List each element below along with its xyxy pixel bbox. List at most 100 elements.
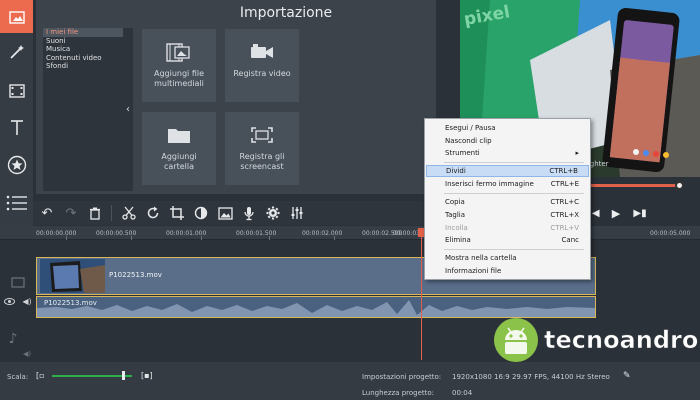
sliders-icon [291, 207, 303, 219]
collapse-panel-button[interactable]: ‹ [123, 28, 133, 191]
import-icon[interactable] [0, 0, 33, 33]
color-adjust-button[interactable] [191, 203, 211, 223]
menu-item-shortcut: Canc [561, 236, 579, 244]
category-sounds[interactable]: Suoni [43, 37, 123, 46]
category-video-content[interactable]: Contenuti video [43, 54, 123, 63]
menu-item-shortcut: CTRL+B [549, 167, 578, 175]
project-length-label: Lunghezza progetto: [362, 389, 435, 397]
menu-item-cut[interactable]: Taglia CTRL+X [426, 209, 589, 221]
image-button[interactable] [215, 203, 235, 223]
equalizer-button[interactable] [287, 203, 307, 223]
audio-clip[interactable]: P1022513.mov [36, 296, 596, 318]
ruler-mark [334, 236, 335, 240]
tool-sidebar [0, 0, 33, 226]
menu-item-shortcut: CTRL+V [550, 224, 579, 232]
contrast-icon [194, 206, 208, 220]
import-title: Importazione [239, 5, 333, 21]
menu-item-freeze-frame[interactable]: Inserisci fermo immagine CTRL+E [426, 178, 589, 190]
gear-icon [266, 206, 280, 220]
menu-item-split[interactable]: Dividi CTRL+B [426, 165, 589, 177]
menu-item-delete[interactable]: Elimina Canc [426, 234, 589, 246]
submenu-arrow-icon: ▸ [575, 149, 579, 157]
video-camera-icon [249, 41, 275, 63]
menu-item-label: Dividi [446, 167, 466, 175]
movavi-editor-window: Importazione I miei file Suoni Musica Co… [0, 0, 700, 400]
import-panel: Importazione I miei file Suoni Musica Co… [36, 0, 436, 194]
music-mute-toggle[interactable]: ◀) [18, 349, 36, 359]
ruler-tick: 00:00:02.000 [302, 230, 343, 237]
audio-clip-name: P1022513.mov [44, 299, 97, 307]
split-button[interactable] [119, 203, 139, 223]
track-mute-toggle[interactable]: ◀) [18, 295, 36, 307]
menu-item-label: Taglia [445, 211, 466, 219]
ruler-mark [131, 236, 132, 240]
text-icon[interactable] [0, 111, 33, 144]
film-icon[interactable] [0, 74, 33, 107]
add-folder-label: Aggiungi cartella [161, 152, 197, 171]
play-button[interactable]: ▶ [606, 203, 626, 223]
add-files-button[interactable]: Aggiungi file multimediali [142, 29, 216, 102]
menu-item-tools[interactable]: Strumenti ▸ [426, 147, 589, 159]
menu-item-label: Strumenti [445, 149, 480, 157]
toolbar-divider [111, 205, 112, 221]
project-length-value: 00:04 [452, 389, 473, 397]
screencast-icon [250, 124, 274, 146]
undo-button[interactable]: ↶ [37, 203, 57, 223]
zoom-in-icon[interactable]: [▪] [141, 371, 153, 380]
menu-item-paste[interactable]: Incolla CTRL+V [426, 222, 589, 234]
edit-settings-icon[interactable]: ✎ [623, 371, 631, 381]
preview-progress-knob[interactable] [675, 181, 684, 190]
menu-item-file-info[interactable]: Informazioni file [426, 265, 589, 277]
audio-waveform [37, 300, 595, 317]
menu-item-label: Esegui / Pausa [445, 124, 496, 132]
redo-button[interactable]: ↷ [61, 203, 81, 223]
menu-item-play-pause[interactable]: Esegui / Pausa [426, 122, 589, 134]
crop-icon [170, 206, 184, 220]
zoom-slider-knob[interactable] [122, 371, 125, 380]
star-icon[interactable] [0, 148, 33, 181]
category-music[interactable]: Musica [43, 45, 123, 54]
rotate-icon [147, 206, 159, 219]
record-audio-button[interactable] [239, 203, 259, 223]
ruler-tick: 00:00:05.000 [650, 230, 691, 237]
category-backgrounds[interactable]: Sfondi [43, 62, 123, 71]
preview-progress-bar[interactable] [586, 184, 680, 187]
speaker-icon: ◀) [22, 296, 32, 306]
ruler-mark [269, 236, 270, 240]
menu-item-copy[interactable]: Copia CTRL+C [426, 196, 589, 208]
chevron-left-icon: ‹ [126, 104, 130, 115]
zoom-out-icon[interactable]: [▫ [36, 371, 45, 380]
video-clip-name: P1022513.mov [109, 271, 162, 279]
picture-icon [217, 206, 233, 220]
crop-button[interactable] [167, 203, 187, 223]
add-folder-button[interactable]: Aggiungi cartella [142, 112, 216, 185]
zoom-slider[interactable] [52, 375, 132, 377]
track-visibility-toggle[interactable] [0, 295, 18, 307]
rotate-button[interactable] [143, 203, 163, 223]
video-track-icon [11, 276, 25, 288]
magic-wand-icon[interactable] [0, 35, 33, 68]
playhead-line[interactable] [421, 229, 422, 360]
ruler-mark [66, 236, 67, 240]
menu-item-shortcut: CTRL+C [550, 198, 579, 206]
settings-button[interactable] [263, 203, 283, 223]
edit-toolbar: ↶ ↷ [33, 201, 423, 225]
status-bar [0, 362, 700, 400]
category-my-files[interactable]: I miei file [43, 28, 123, 37]
menu-item-label: Incolla [445, 224, 468, 232]
list-icon[interactable] [0, 186, 33, 219]
ruler-tick: 00:00:00.000 [36, 230, 77, 237]
menu-item-label: Mostra nella cartella [445, 254, 517, 262]
menu-item-shortcut: CTRL+X [550, 211, 579, 219]
record-screencast-button[interactable]: Registra gli screencast [225, 112, 299, 185]
timeline-ruler[interactable]: 00:00:00.000 00:00:00.500 00:00:01.000 0… [0, 226, 700, 240]
record-video-button[interactable]: Registra video [225, 29, 299, 102]
menu-item-show-in-folder[interactable]: Mostra nella cartella [426, 252, 589, 264]
forward-button[interactable]: ▶▮ [630, 203, 650, 223]
delete-button[interactable] [85, 203, 105, 223]
menu-item-label: Copia [445, 198, 465, 206]
project-settings-label: Impostazioni progetto: [362, 373, 442, 381]
music-track-header: ♪ [0, 330, 26, 348]
eye-icon [3, 297, 15, 305]
menu-item-hide-clip[interactable]: Nascondi clip [426, 135, 589, 147]
